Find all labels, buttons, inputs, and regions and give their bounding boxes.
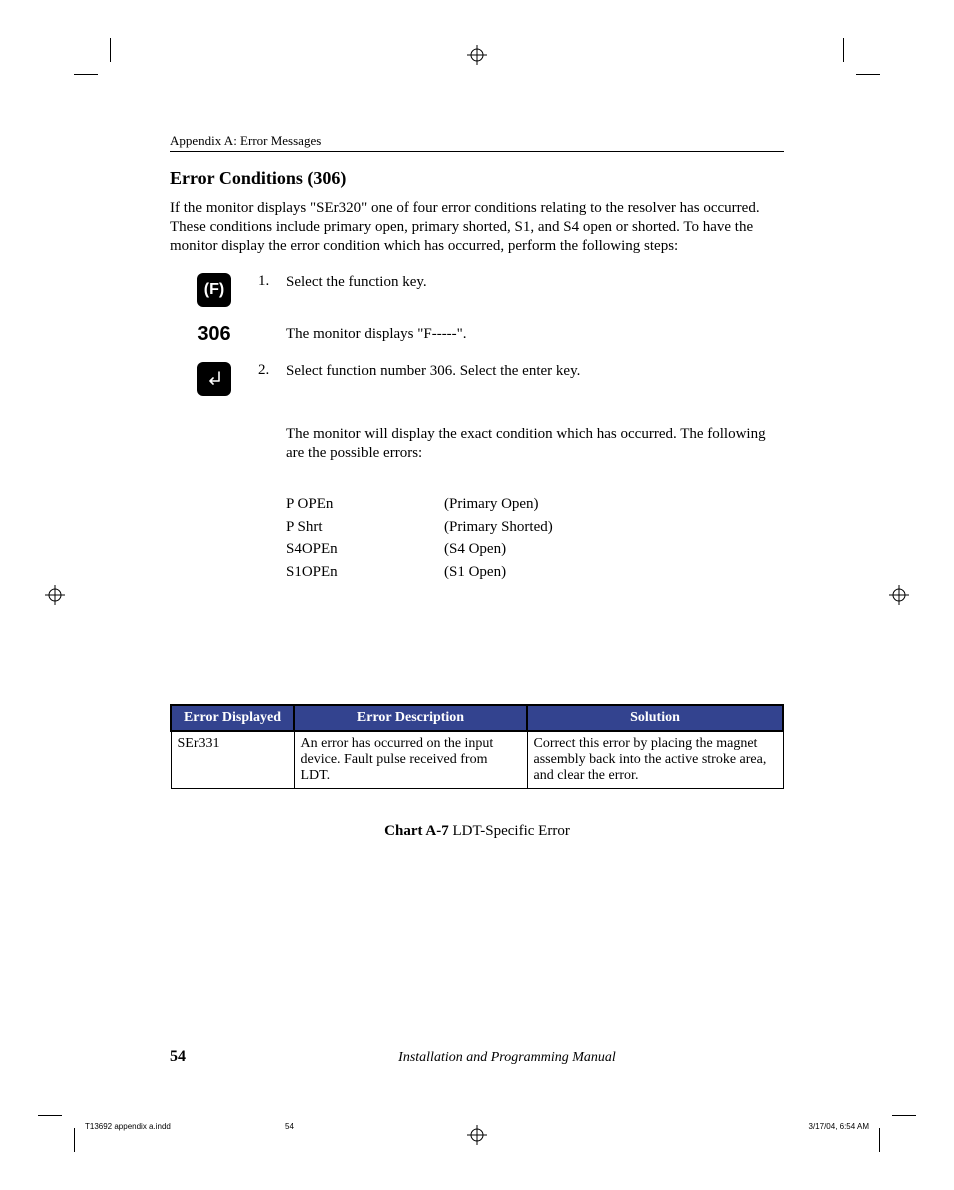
crop-mark xyxy=(74,74,98,75)
registration-mark-icon xyxy=(45,585,65,605)
page-content: Appendix A: Error Messages Error Conditi… xyxy=(170,133,784,840)
page-footer: 54 Installation and Programming Manual xyxy=(170,1048,784,1066)
slug-timestamp: 3/17/04, 6:54 AM xyxy=(809,1122,870,1131)
step-number: 1. xyxy=(258,273,286,290)
crop-mark xyxy=(892,1115,916,1116)
table-header: Error Displayed xyxy=(171,705,294,731)
step-result: The monitor displays "F-----". xyxy=(286,313,784,344)
table-row: SEr331 An error has occurred on the inpu… xyxy=(171,731,783,789)
error-list-item: P Shrt (Primary Shorted) xyxy=(286,516,553,539)
table-cell: Correct this error by placing the magnet… xyxy=(527,731,783,789)
error-list-block: P OPEn (Primary Open) P Shrt (Primary Sh… xyxy=(170,487,784,584)
crop-mark xyxy=(843,38,844,62)
error-list-item: S1OPEn (S1 Open) xyxy=(286,561,553,584)
error-desc: (S1 Open) xyxy=(444,561,553,584)
error-list-item: P OPEn (Primary Open) xyxy=(286,493,553,516)
step-number: 2. xyxy=(258,362,286,379)
slug-page: 54 xyxy=(285,1122,294,1131)
table-cell: An error has occurred on the input devic… xyxy=(294,731,527,789)
error-desc: (S4 Open) xyxy=(444,538,553,561)
error-code: S4OPEn xyxy=(286,538,444,561)
step-row: The monitor will display the exact condi… xyxy=(170,425,784,463)
function-key-label: (F) xyxy=(197,273,231,307)
registration-mark-icon xyxy=(889,585,909,605)
function-code-label: 306 xyxy=(170,323,258,346)
error-desc: (Primary Shorted) xyxy=(444,516,553,539)
footer-title: Installation and Programming Manual xyxy=(230,1050,784,1066)
section-title: Error Conditions (306) xyxy=(170,168,784,189)
error-code: S1OPEn xyxy=(286,561,444,584)
error-code: P Shrt xyxy=(286,516,444,539)
error-list-item: S4OPEn (S4 Open) xyxy=(286,538,553,561)
step-result: The monitor will display the exact condi… xyxy=(286,425,784,463)
slug-file: T13692 appendix a.indd xyxy=(85,1122,171,1131)
step-text: Select the function key. xyxy=(286,273,784,292)
chart-caption-text: LDT-Specific Error xyxy=(449,823,570,839)
error-desc: (Primary Open) xyxy=(444,493,553,516)
error-table: Error Displayed Error Description Soluti… xyxy=(170,704,784,789)
crop-mark xyxy=(74,1128,75,1152)
intro-paragraph: If the monitor displays "SEr320" one of … xyxy=(170,199,784,255)
chart-caption-label: Chart A-7 xyxy=(384,823,449,839)
registration-mark-icon xyxy=(467,45,487,65)
print-slug: T13692 appendix a.indd 54 3/17/04, 6:54 … xyxy=(85,1122,869,1131)
table-header: Solution xyxy=(527,705,783,731)
function-key-icon: (F) xyxy=(197,273,231,307)
step-text: Select function number 306. Select the e… xyxy=(286,362,784,381)
chart-caption: Chart A-7 LDT-Specific Error xyxy=(170,823,784,840)
table-cell: SEr331 xyxy=(171,731,294,789)
enter-key-icon xyxy=(197,362,231,396)
error-list: P OPEn (Primary Open) P Shrt (Primary Sh… xyxy=(286,493,553,584)
running-header: Appendix A: Error Messages xyxy=(170,133,784,152)
error-code: P OPEn xyxy=(286,493,444,516)
crop-mark xyxy=(110,38,111,62)
step-row: (F) 1. Select the function key. xyxy=(170,273,784,307)
step-row: 2. Select function number 306. Select th… xyxy=(170,362,784,401)
page-number: 54 xyxy=(170,1048,230,1066)
crop-mark xyxy=(38,1115,62,1116)
crop-mark xyxy=(879,1128,880,1152)
table-header: Error Description xyxy=(294,705,527,731)
step-row: 306 The monitor displays "F-----". xyxy=(170,313,784,346)
crop-mark xyxy=(856,74,880,75)
